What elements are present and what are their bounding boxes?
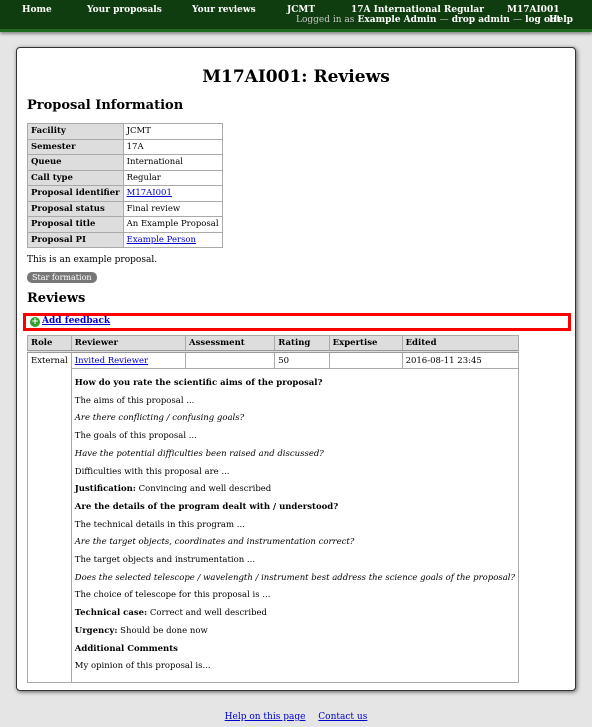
top-navigation-bar: Home Your proposals Your reviews JCMT 17…	[0, 0, 592, 32]
review-text: How do you rate the scientific aims of t…	[70, 368, 520, 683]
info-row: Facility JCMT	[27, 123, 223, 140]
review-answer: My opinion of this proposal is...	[74, 661, 211, 672]
footer: Help on this page Contact us	[0, 712, 592, 722]
info-value: International	[122, 154, 223, 171]
review-prompt: Does the selected telescope / wavelength…	[74, 572, 516, 583]
nav-separator: —	[439, 15, 449, 25]
review-question: Are the details of the program dealt wit…	[74, 501, 339, 512]
info-value: Example Person	[122, 231, 223, 248]
justification-line: Justification: Convincing and well descr…	[75, 481, 515, 499]
info-value: 17A	[122, 138, 223, 155]
page-title: M17AI001: Reviews	[202, 67, 390, 87]
info-row: Proposal title An Example Proposal	[27, 216, 223, 233]
review-answer: The target objects and instrumentation .…	[74, 555, 256, 566]
review-prompt: Have the potential difficulties been rai…	[74, 448, 324, 459]
info-value: JCMT	[122, 123, 223, 140]
info-value: An Example Proposal	[122, 216, 223, 233]
justification-label: Justification:	[74, 484, 136, 495]
nav-user[interactable]: Example Admin	[358, 15, 437, 25]
nav-separator: —	[512, 15, 522, 25]
proposal-identifier-link[interactable]: M17AI001	[127, 188, 172, 198]
review-reviewer: Invited Reviewer	[70, 351, 187, 369]
main-panel: M17AI001: Reviews Proposal Information F…	[16, 47, 576, 691]
reviews-header-row: Role Reviewer Assessment Rating Expertis…	[27, 335, 520, 353]
info-label: Facility	[27, 123, 124, 140]
review-rating: 50	[274, 351, 330, 369]
info-row: Queue International	[27, 154, 223, 171]
review-body-row: How do you rate the scientific aims of t…	[27, 368, 520, 683]
technical-case-value: Correct and well described	[149, 608, 267, 619]
col-reviewer: Reviewer	[70, 335, 187, 353]
technical-case-line: Technical case: Correct and well describ…	[75, 605, 515, 623]
info-label: Proposal status	[27, 200, 124, 217]
col-edited: Edited	[401, 335, 520, 353]
col-assessment: Assessment	[185, 335, 276, 353]
proposal-description: This is an example proposal.	[27, 255, 158, 265]
proposal-info-heading: Proposal Information	[27, 98, 184, 113]
review-edited: 2016-08-11 23:45	[401, 351, 520, 369]
category-tag: Star formation	[27, 272, 97, 283]
technical-case-label: Technical case:	[74, 608, 148, 619]
reviews-table: Role Reviewer Assessment Rating Expertis…	[27, 335, 520, 683]
plus-icon: +	[30, 317, 40, 327]
review-expertise	[328, 351, 403, 369]
nav-proposal-code[interactable]: M17AI001	[507, 5, 559, 15]
review-role: External	[27, 351, 72, 369]
nav-help[interactable]: Help	[549, 15, 573, 25]
urgency-line: Urgency: Should be done now	[75, 623, 515, 641]
info-row: Semester 17A	[27, 138, 223, 155]
add-feedback-highlight: + Add feedback	[23, 313, 571, 331]
review-answer: The choice of telescope for this proposa…	[74, 590, 271, 601]
nav-home[interactable]: Home	[22, 5, 52, 15]
info-row: Proposal identifier M17AI001	[27, 185, 223, 202]
review-answer: Difficulties with this proposal are ...	[74, 466, 230, 477]
reviews-heading: Reviews	[27, 291, 86, 306]
table-row: External Invited Reviewer 50 2016-08-11 …	[27, 351, 520, 369]
review-answer: The technical details in this program ..…	[74, 519, 245, 530]
review-prompt: Are there conflicting / confusing goals?	[74, 413, 245, 424]
info-value: Final review	[122, 200, 223, 217]
logged-in-prefix: Logged in as	[296, 15, 355, 25]
review-answer: The goals of this proposal ...	[74, 431, 197, 442]
help-link[interactable]: Help on this page	[225, 712, 306, 722]
nav-call[interactable]: 17A International Regular	[351, 5, 484, 15]
info-label: Semester	[27, 138, 124, 155]
review-answer: The aims of this proposal ...	[74, 395, 195, 406]
review-prompt: Are the target objects, coordinates and …	[74, 537, 355, 548]
login-status: Logged in as Example Admin — drop admin …	[296, 15, 561, 25]
nav-drop-admin[interactable]: drop admin	[452, 15, 510, 25]
info-label: Queue	[27, 154, 124, 171]
info-value: Regular	[122, 169, 223, 186]
reviewer-link[interactable]: Invited Reviewer	[75, 356, 148, 366]
review-question: How do you rate the scientific aims of t…	[74, 378, 323, 388]
info-label: Proposal title	[27, 216, 124, 233]
contact-link[interactable]: Contact us	[318, 712, 367, 722]
nav-your-proposals[interactable]: Your proposals	[87, 5, 162, 15]
nav-your-reviews[interactable]: Your reviews	[192, 5, 256, 15]
justification-value: Convincing and well described	[138, 484, 272, 495]
info-label: Proposal identifier	[27, 185, 124, 202]
proposal-pi-link[interactable]: Example Person	[127, 235, 196, 245]
nav-facility[interactable]: JCMT	[287, 5, 315, 15]
info-label: Call type	[27, 169, 124, 186]
add-feedback-link[interactable]: Add feedback	[42, 316, 110, 326]
info-row: Call type Regular	[27, 169, 223, 186]
info-label: Proposal PI	[27, 231, 124, 248]
review-body-spacer	[27, 368, 72, 683]
review-assessment	[185, 351, 276, 369]
urgency-label: Urgency:	[74, 625, 118, 636]
info-row: Proposal PI Example Person	[27, 231, 223, 248]
col-role: Role	[27, 335, 72, 353]
review-question: Additional Comments	[74, 643, 178, 654]
urgency-value: Should be done now	[120, 625, 208, 636]
proposal-info-table: Facility JCMT Semester 17A Queue Internatio…	[27, 123, 223, 248]
col-expertise: Expertise	[328, 335, 403, 353]
info-row: Proposal status Final review	[27, 200, 223, 217]
col-rating: Rating	[274, 335, 330, 353]
info-value: M17AI001	[122, 185, 223, 202]
